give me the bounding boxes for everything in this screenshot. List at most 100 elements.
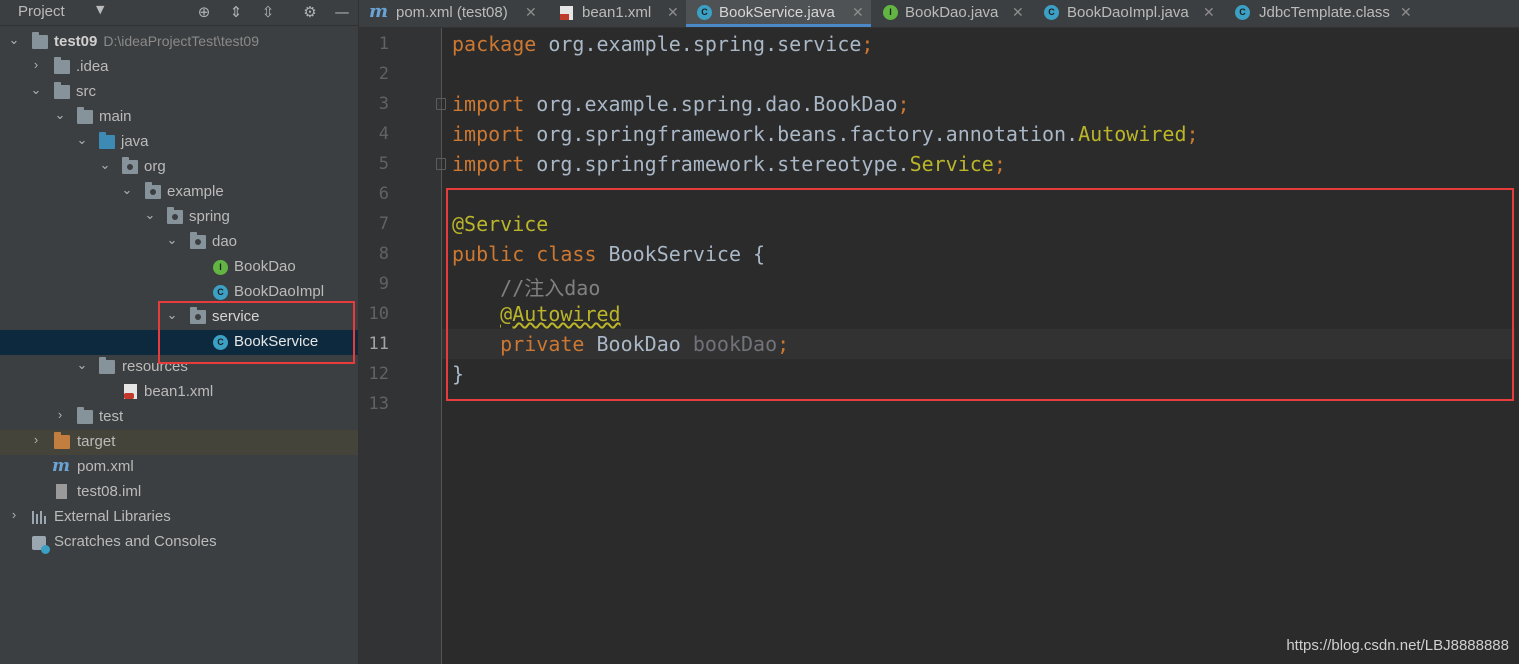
folder-icon xyxy=(77,407,93,424)
tree-item-test09[interactable]: ⌄ test09 D:\ideaProjectTest\test09 xyxy=(0,30,358,55)
tab-label: BookService.java xyxy=(719,4,835,21)
tree-item-external-libraries[interactable]: › External Libraries xyxy=(0,505,358,530)
chevron-down-icon[interactable]: ⌄ xyxy=(144,207,156,223)
close-icon[interactable]: ✕ xyxy=(525,0,537,25)
tree-item-label: BookDao xyxy=(234,258,296,275)
tree-item-bookdao[interactable]: I BookDao xyxy=(0,255,358,280)
code-line-4: import org.springframework.beans.factory… xyxy=(452,122,1199,146)
chevron-right-icon[interactable]: › xyxy=(30,432,42,447)
code-line-8: public class BookService { xyxy=(452,242,766,266)
tab-label: bean1.xml xyxy=(582,4,652,21)
tree-item-example[interactable]: ⌄ example xyxy=(0,180,358,205)
tree-item-label: example xyxy=(167,183,224,200)
tree-item-spring[interactable]: ⌄ spring xyxy=(0,205,358,230)
code-line-1: package org.example.spring.service; xyxy=(452,32,874,56)
tree-item-pom-xml[interactable]: m pom.xml xyxy=(0,455,358,480)
tree-item-idea[interactable]: › .idea xyxy=(0,55,358,80)
tree-item-label: java xyxy=(121,133,149,150)
line-number: 2 xyxy=(378,64,389,84)
close-icon[interactable]: ✕ xyxy=(667,0,679,25)
tab-bookservice-java[interactable]: C BookService.java ✕ xyxy=(686,0,871,27)
module-file-icon xyxy=(56,484,67,499)
close-icon[interactable]: ✕ xyxy=(1400,0,1412,25)
chevron-down-icon[interactable]: ⌄ xyxy=(121,182,133,198)
resources-folder-icon xyxy=(99,357,115,374)
class-icon: C xyxy=(213,335,228,350)
project-panel: Project ▼ ⊕ ⇕ ⇳ ⚙ — ⌄ test09 D:\ideaProje… xyxy=(0,0,359,664)
code-line-5: import org.springframework.stereotype.Se… xyxy=(452,152,1006,176)
tree-item-label: test xyxy=(99,408,124,425)
tree-item-bean1-xml[interactable]: bean1.xml xyxy=(0,380,358,405)
hide-panel-icon[interactable]: — xyxy=(332,2,352,22)
xml-file-icon xyxy=(124,384,137,399)
chevron-down-icon[interactable]: ⌄ xyxy=(76,132,88,148)
line-number: 1 xyxy=(378,34,389,54)
tab-bookdaoimpl-java[interactable]: C BookDaoImpl.java ✕ xyxy=(1031,0,1223,27)
maven-icon: m xyxy=(52,456,70,476)
chevron-right-icon[interactable]: › xyxy=(8,507,20,522)
code-line-3: import org.example.spring.dao.BookDao; xyxy=(452,92,910,116)
tree-item-bookdaoimpl[interactable]: C BookDaoImpl xyxy=(0,280,358,305)
tree-item-target[interactable]: › target xyxy=(0,430,358,455)
tree-item-java[interactable]: ⌄ java xyxy=(0,130,358,155)
close-icon[interactable]: ✕ xyxy=(1203,0,1215,25)
class-icon: C xyxy=(213,285,228,300)
locate-icon[interactable]: ⊕ xyxy=(194,2,214,22)
line-number: 3 xyxy=(378,94,389,114)
tree-item-src[interactable]: ⌄ src xyxy=(0,80,358,105)
tree-item-label: BookService xyxy=(234,333,319,350)
scratches-icon xyxy=(32,536,50,554)
tab-bookdao-java[interactable]: I BookDao.java ✕ xyxy=(872,0,1030,27)
chevron-down-icon[interactable]: ⌄ xyxy=(76,357,88,373)
tree-item-label: Scratches and Consoles xyxy=(54,533,217,550)
tree-item-label: .idea xyxy=(76,58,109,75)
line-number: 11 xyxy=(368,334,389,354)
class-icon: C xyxy=(1044,5,1059,20)
chevron-down-icon[interactable]: ▼ xyxy=(96,3,104,16)
tree-item-resources[interactable]: ⌄ resources xyxy=(0,355,358,380)
tree-item-label: org xyxy=(144,158,166,175)
tab-pom-xml[interactable]: m pom.xml (test08) ✕ xyxy=(359,0,544,27)
tab-label: BookDao.java xyxy=(905,4,999,21)
code-line-12: } xyxy=(452,362,465,386)
chevron-down-icon[interactable]: ⌄ xyxy=(99,157,111,173)
tree-item-label: bean1.xml xyxy=(144,383,214,400)
gear-icon[interactable]: ⚙ xyxy=(300,2,320,22)
collapse-all-icon[interactable]: ⇳ xyxy=(258,2,278,22)
tree-item-label: resources xyxy=(122,358,188,375)
chevron-down-icon[interactable]: ⌄ xyxy=(8,32,20,48)
tree-item-label: service xyxy=(212,308,260,325)
tree-item-test[interactable]: › test xyxy=(0,405,358,430)
chevron-down-icon[interactable]: ⌄ xyxy=(166,307,178,323)
tree-item-scratches[interactable]: Scratches and Consoles xyxy=(0,530,358,555)
tree-item-label: src xyxy=(76,83,96,100)
close-icon[interactable]: ✕ xyxy=(852,0,864,25)
expand-all-icon[interactable]: ⇕ xyxy=(226,2,246,22)
line-number: 6 xyxy=(378,184,389,204)
tree-item-bookservice[interactable]: C BookService xyxy=(0,330,358,355)
tree-item-label: External Libraries xyxy=(54,508,171,525)
chevron-down-icon[interactable]: ⌄ xyxy=(54,107,66,123)
tab-bean1-xml[interactable]: bean1.xml ✕ xyxy=(545,0,685,27)
code-editor[interactable]: package org.example.spring.service; impo… xyxy=(442,28,1519,664)
folder-icon xyxy=(54,57,70,74)
tree-item-dao[interactable]: ⌄ dao xyxy=(0,230,358,255)
tree-item-org[interactable]: ⌄ org xyxy=(0,155,358,180)
module-folder-icon xyxy=(32,32,48,49)
chevron-right-icon[interactable]: › xyxy=(54,407,66,422)
chevron-down-icon[interactable]: ⌄ xyxy=(30,82,42,98)
folder-icon xyxy=(77,107,93,124)
tree-item-main[interactable]: ⌄ main xyxy=(0,105,358,130)
tree-item-service[interactable]: ⌄ service xyxy=(0,305,358,330)
close-icon[interactable]: ✕ xyxy=(1012,0,1024,25)
code-line-10: @Autowired xyxy=(500,302,621,326)
folder-icon xyxy=(54,82,70,99)
chevron-down-icon[interactable]: ⌄ xyxy=(166,232,178,248)
chevron-right-icon[interactable]: › xyxy=(30,57,42,72)
tree-item-label: dao xyxy=(212,233,238,250)
tab-jdbctemplate-class[interactable]: C JdbcTemplate.class ✕ xyxy=(1224,0,1419,27)
xml-icon xyxy=(560,6,573,20)
project-view-selector[interactable]: Project xyxy=(18,3,65,20)
line-number-gutter: 1 2 3 4 5 6 7 8 9 10 11 12 13 xyxy=(359,28,446,664)
tree-item-iml[interactable]: test08.iml xyxy=(0,480,358,505)
